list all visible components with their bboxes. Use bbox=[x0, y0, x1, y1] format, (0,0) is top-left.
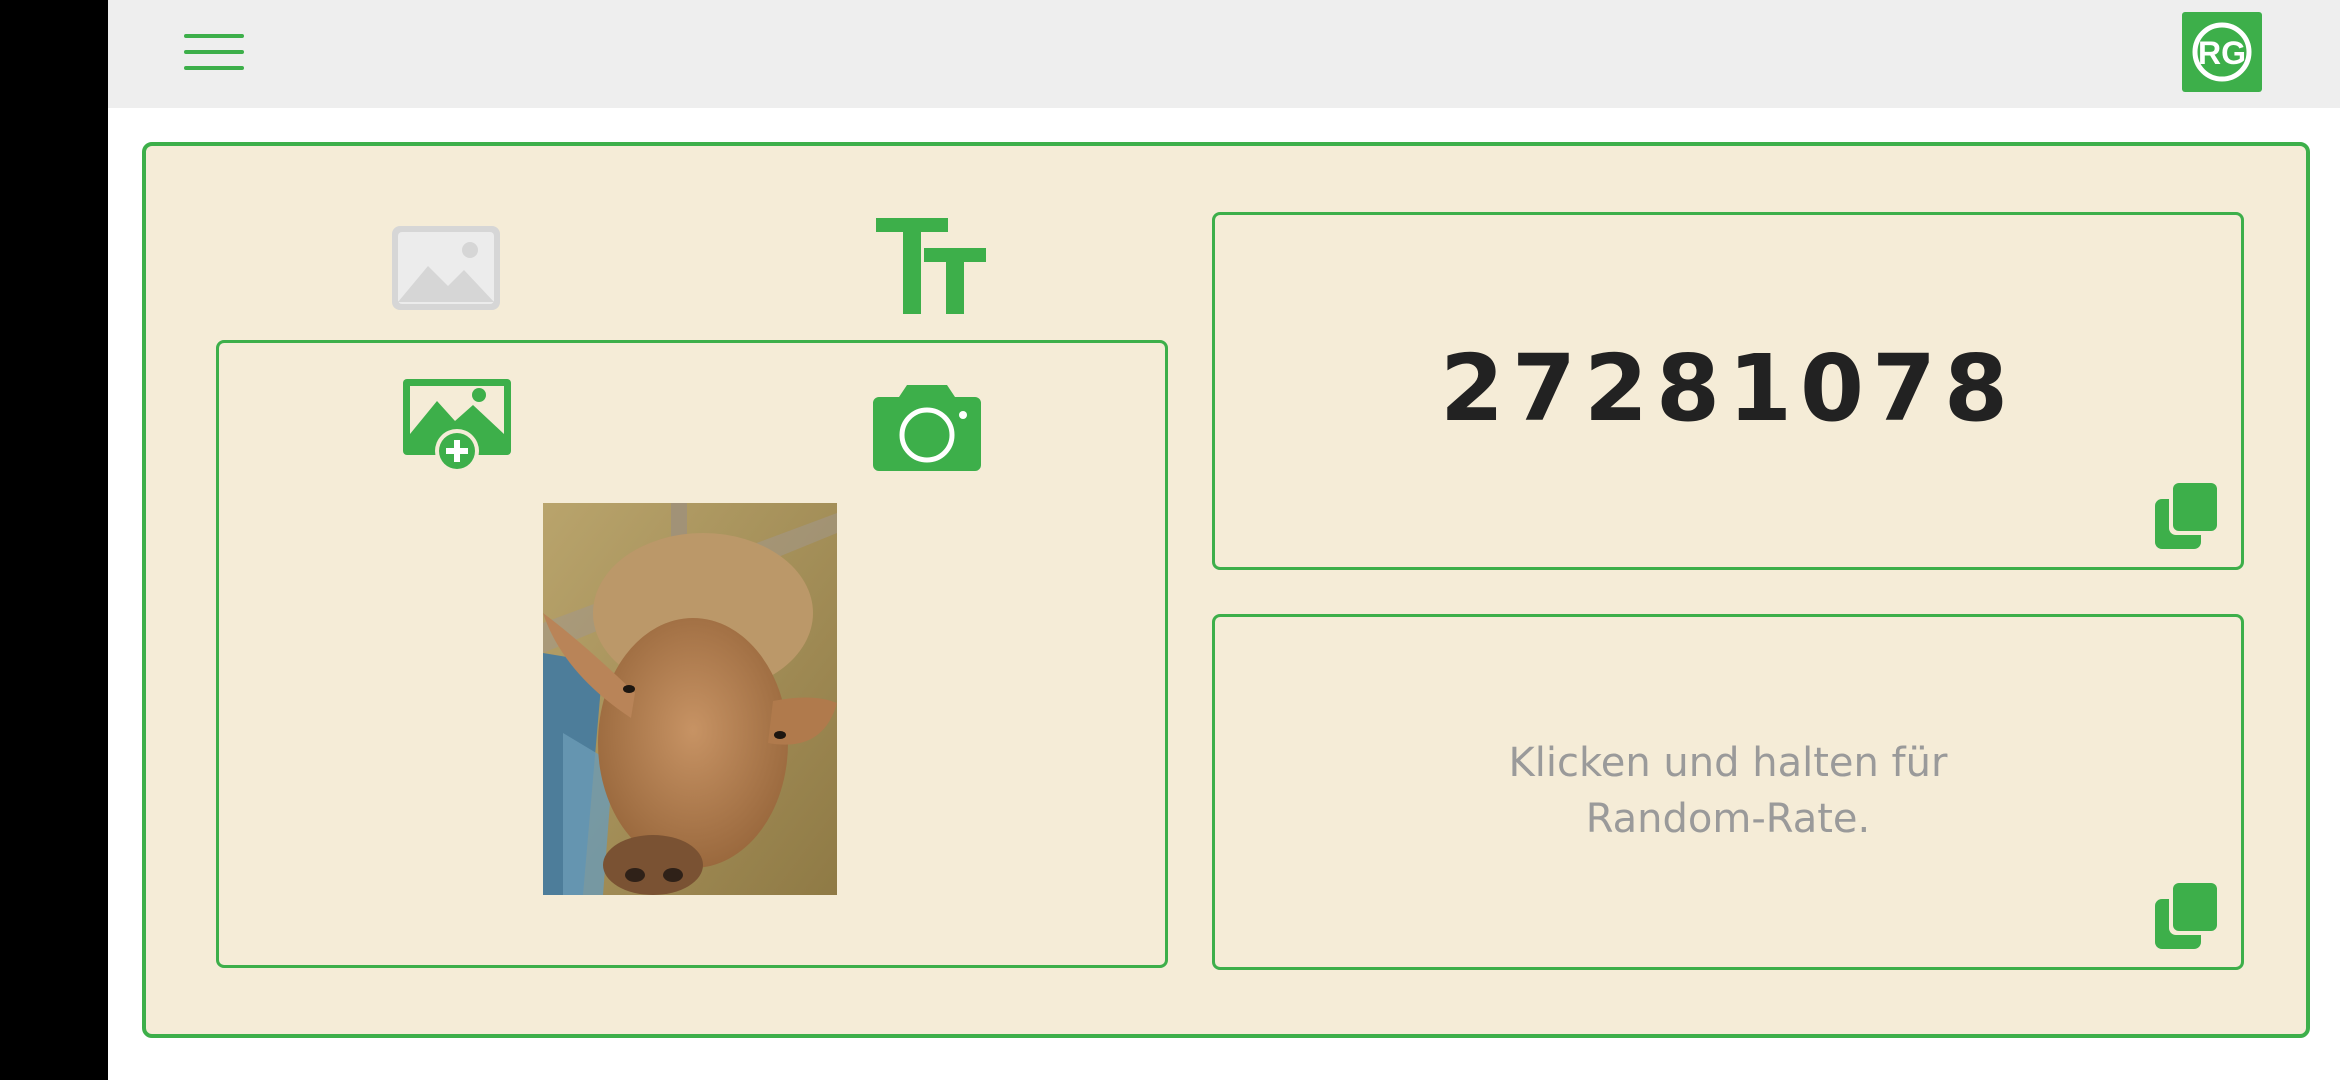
image-icon[interactable] bbox=[390, 224, 502, 312]
random-rate-box[interactable]: Klicken und halten für Random-Rate. bbox=[1212, 614, 2244, 970]
camera-icon[interactable] bbox=[871, 381, 983, 475]
left-black-bar bbox=[0, 0, 108, 1080]
hamburger-menu-icon[interactable] bbox=[174, 26, 246, 82]
copy-icon[interactable] bbox=[2155, 879, 2221, 949]
app-logo: RG bbox=[2182, 12, 2262, 92]
hint-line-1: Klicken und halten für bbox=[1508, 740, 1948, 786]
copy-icon[interactable] bbox=[2155, 479, 2221, 549]
result-number: 27281078 bbox=[1439, 335, 2017, 442]
top-app-bar: RG bbox=[108, 0, 2340, 108]
app-screen: RG 27281078 Klicken und halten für Rando… bbox=[0, 0, 2340, 1080]
logo-text: RG bbox=[2198, 35, 2246, 71]
random-hint: Klicken und halten für Random-Rate. bbox=[1215, 735, 2241, 847]
hint-line-2: Random-Rate. bbox=[1585, 796, 1871, 842]
main-card: 27281078 Klicken und halten für Random-R… bbox=[142, 142, 2310, 1038]
add-image-icon[interactable] bbox=[401, 377, 513, 475]
selected-photo bbox=[543, 503, 837, 895]
result-box[interactable]: 27281078 bbox=[1212, 212, 2244, 570]
text-size-icon[interactable] bbox=[876, 218, 988, 318]
image-input-panel bbox=[216, 340, 1168, 968]
